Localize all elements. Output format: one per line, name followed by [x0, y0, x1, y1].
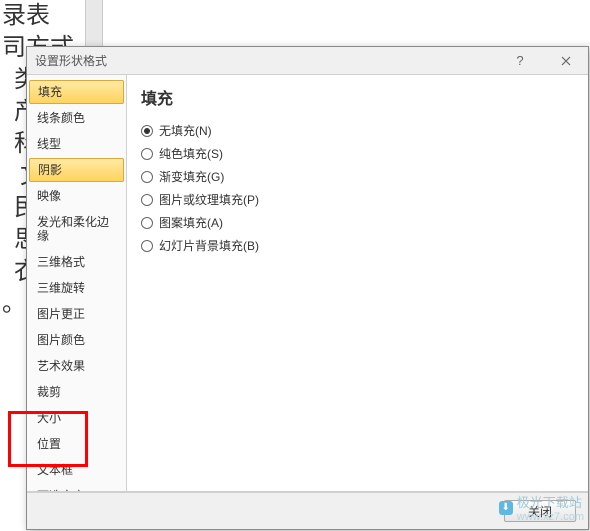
- radio-label: 幻灯片背景填充(B): [159, 237, 259, 254]
- fill-option-5[interactable]: 幻灯片背景填充(B): [141, 234, 574, 257]
- sidebar-item-8[interactable]: 图片更正: [27, 301, 126, 327]
- content-heading: 填充: [141, 85, 574, 109]
- dialog-body: 填充线条颜色线型阴影映像发光和柔化边缘三维格式三维旋转图片更正图片颜色艺术效果裁…: [27, 75, 588, 491]
- radio-icon: [141, 148, 153, 160]
- radio-icon: [141, 194, 153, 206]
- radio-label: 图片或纹理填充(P): [159, 191, 259, 208]
- sidebar-item-13[interactable]: 位置: [27, 431, 126, 457]
- fill-option-1[interactable]: 纯色填充(S): [141, 142, 574, 165]
- fill-options-group: 无填充(N) 纯色填充(S) 渐变填充(G) 图片或纹理填充(P) 图案填充(A) 幻灯片…: [141, 119, 574, 257]
- sidebar-item-3[interactable]: 阴影: [29, 158, 124, 182]
- title-bar-controls: ?: [506, 51, 580, 71]
- radio-icon: [141, 171, 153, 183]
- fill-option-2[interactable]: 渐变填充(G): [141, 165, 574, 188]
- sidebar-item-1[interactable]: 线条颜色: [27, 105, 126, 131]
- sidebar-item-15[interactable]: 可选文字: [27, 483, 126, 491]
- dialog-title: 设置形状格式: [35, 52, 506, 69]
- sidebar-item-9[interactable]: 图片颜色: [27, 327, 126, 353]
- dialog-title-bar: 设置形状格式 ?: [27, 47, 588, 75]
- sidebar-item-10[interactable]: 艺术效果: [27, 353, 126, 379]
- category-sidebar: 填充线条颜色线型阴影映像发光和柔化边缘三维格式三维旋转图片更正图片颜色艺术效果裁…: [27, 75, 127, 491]
- fill-option-0[interactable]: 无填充(N): [141, 119, 574, 142]
- fill-option-3[interactable]: 图片或纹理填充(P): [141, 188, 574, 211]
- sidebar-item-0[interactable]: 填充: [29, 80, 124, 104]
- sidebar-item-14[interactable]: 文本框: [27, 457, 126, 483]
- radio-icon: [141, 240, 153, 252]
- radio-label: 渐变填充(G): [159, 168, 224, 185]
- sidebar-item-11[interactable]: 裁剪: [27, 379, 126, 405]
- close-button-label: 关闭: [528, 503, 552, 520]
- help-button[interactable]: ?: [506, 51, 534, 71]
- radio-icon: [141, 217, 153, 229]
- content-pane: 填充 无填充(N) 纯色填充(S) 渐变填充(G) 图片或纹理填充(P) 图案填充(A)…: [127, 75, 588, 491]
- close-button[interactable]: 关闭: [504, 500, 576, 522]
- sidebar-item-2[interactable]: 线型: [27, 131, 126, 157]
- vertical-ruler: [85, 0, 103, 46]
- sidebar-item-7[interactable]: 三维旋转: [27, 275, 126, 301]
- sidebar-item-4[interactable]: 映像: [27, 183, 126, 209]
- close-icon[interactable]: [552, 51, 580, 71]
- sidebar-item-5[interactable]: 发光和柔化边缘: [27, 209, 126, 249]
- fill-option-4[interactable]: 图案填充(A): [141, 211, 574, 234]
- radio-label: 纯色填充(S): [159, 145, 223, 162]
- dialog-footer: 关闭: [27, 491, 588, 529]
- radio-icon: [141, 125, 153, 137]
- sidebar-item-12[interactable]: 大小: [27, 405, 126, 431]
- sidebar-item-6[interactable]: 三维格式: [27, 249, 126, 275]
- radio-label: 无填充(N): [159, 122, 212, 139]
- format-shape-dialog: 设置形状格式 ? 填充线条颜色线型阴影映像发光和柔化边缘三维格式三维旋转图片更正…: [26, 46, 589, 530]
- radio-label: 图案填充(A): [159, 214, 223, 231]
